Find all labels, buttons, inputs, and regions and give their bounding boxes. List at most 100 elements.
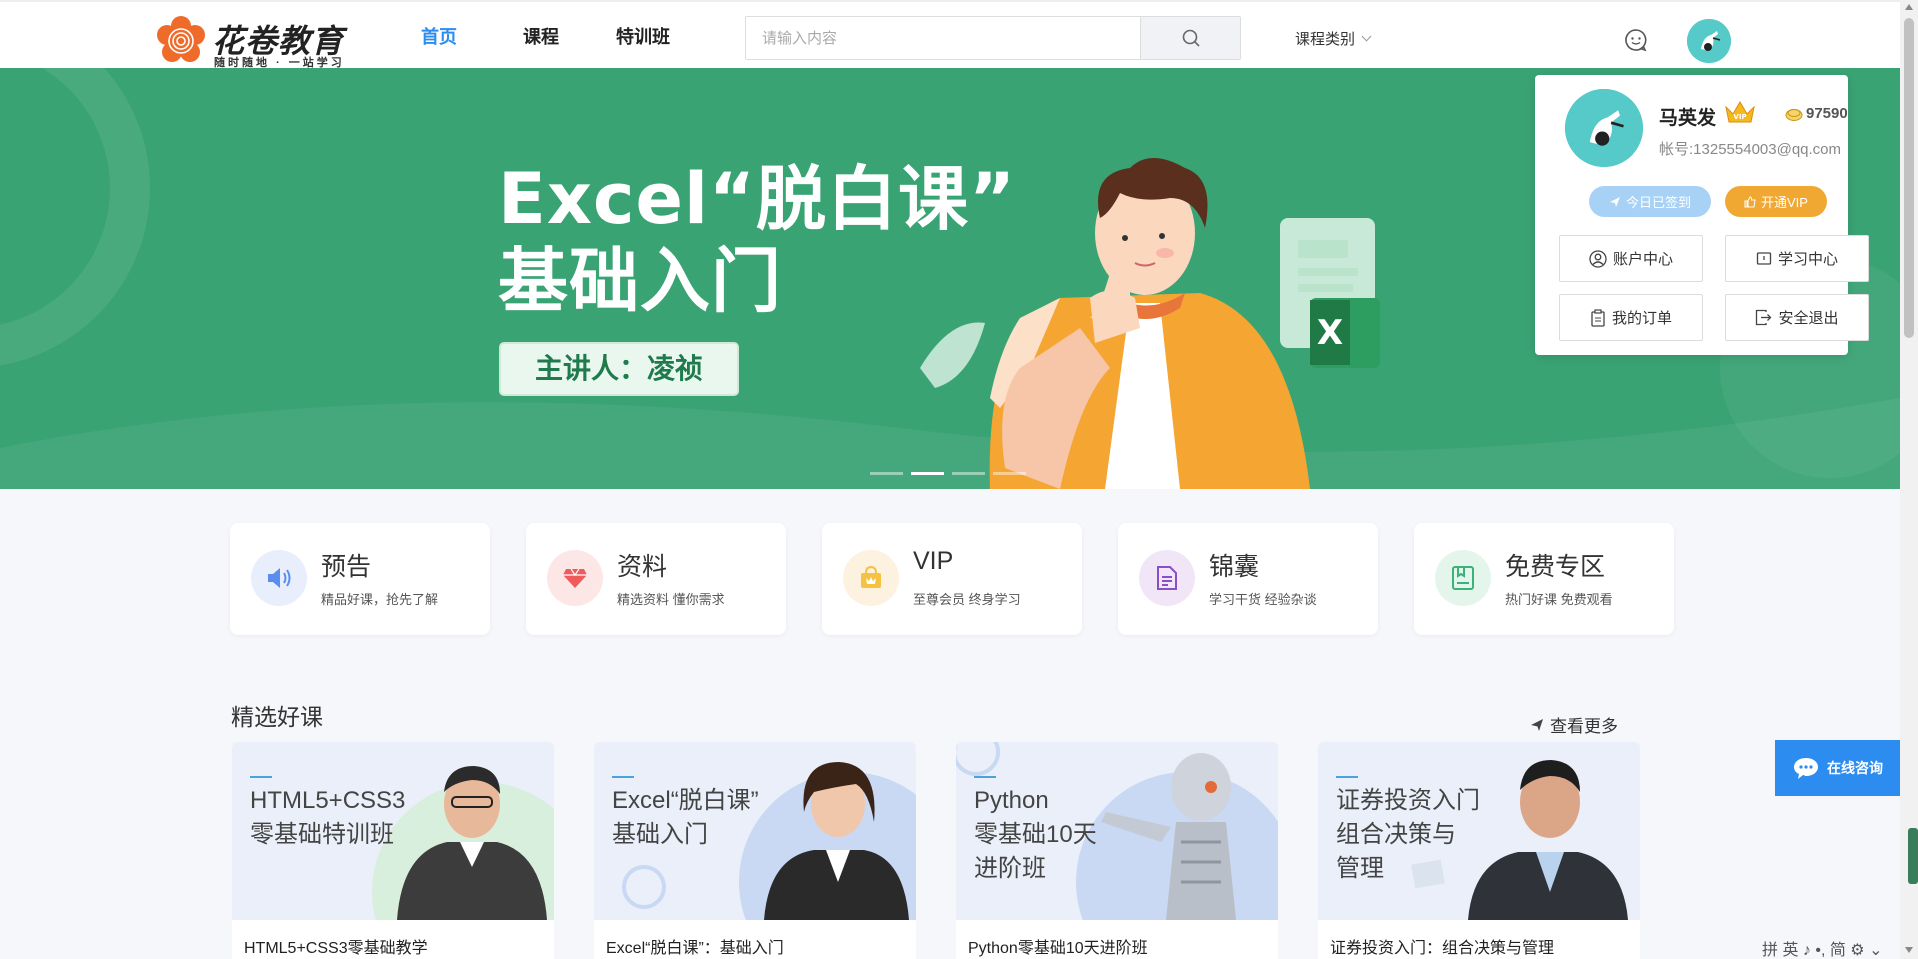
carousel-dot-active[interactable]	[911, 472, 944, 475]
ime-side-tab[interactable]	[1908, 828, 1918, 884]
feature-title: 锦囊	[1209, 553, 1260, 581]
feature-icon-bg	[1435, 550, 1491, 606]
scroll-up-arrow-icon[interactable]	[1905, 4, 1913, 10]
feature-subtitle: 至尊会员 终身学习	[913, 592, 1021, 607]
course-cover: HTML5+CSS3 零基础特训班	[232, 742, 554, 920]
scroll-down-arrow-icon[interactable]	[1905, 947, 1913, 953]
feature-icon-bg	[547, 550, 603, 606]
page-scrollbar[interactable]	[1900, 0, 1918, 959]
course-card[interactable]: Python 零基础10天 进阶班 Python零基础10天进阶班	[956, 742, 1278, 959]
user-avatar[interactable]	[1687, 19, 1731, 63]
header-bar: 花卷教育 随时随地 · 一站学习 首页 课程 特训班 课程类别	[0, 0, 1900, 70]
cover-title-line: 组合决策与	[1336, 821, 1456, 848]
study-center-button[interactable]: 学习中心	[1725, 235, 1869, 282]
logo-flower-icon	[157, 16, 205, 62]
book-icon	[1452, 566, 1474, 590]
cover-title-line: 零基础10天	[974, 821, 1097, 848]
feature-cards: 预告 精品好课，抢先了解 资料 精选资料 懂你需求 VIP 至尊会员 终身学习 …	[230, 523, 1674, 635]
cover-accent-line	[1336, 776, 1358, 778]
carousel-dot[interactable]	[993, 472, 1026, 475]
account-center-button[interactable]: 账户中心	[1559, 235, 1703, 282]
coin-count: 97590	[1806, 105, 1848, 122]
logout-button[interactable]: 安全退出	[1725, 294, 1869, 341]
course-cover-title: 证券投资入门 组合决策与 管理	[1336, 784, 1480, 886]
course-cover-title: HTML5+CSS3 零基础特训班	[250, 784, 405, 852]
feature-card-preview[interactable]: 预告 精品好课，抢先了解	[230, 523, 490, 635]
cover-title-line: 进阶班	[974, 855, 1046, 882]
view-more-label: 查看更多	[1550, 717, 1618, 736]
study-center-label: 学习中心	[1777, 251, 1838, 268]
search-icon	[1182, 29, 1200, 47]
open-vip-button[interactable]: 开通VIP	[1725, 186, 1827, 217]
feature-card-tips[interactable]: 锦囊 学习干货 经验杂谈	[1118, 523, 1378, 635]
svg-text:VIP: VIP	[1733, 113, 1746, 121]
feature-subtitle: 热门好课 免费观看	[1505, 592, 1613, 607]
course-card[interactable]: 证券投资入门 组合决策与 管理 证券投资入门：组合决策与管理	[1318, 742, 1640, 959]
course-card[interactable]: HTML5+CSS3 零基础特训班 HTML5+CSS3零基础教学	[232, 742, 554, 959]
feature-card-materials[interactable]: 资料 精选资料 懂你需求	[526, 523, 786, 635]
scrollbar-thumb[interactable]	[1904, 18, 1914, 338]
nav-courses[interactable]: 课程	[490, 4, 592, 70]
cover-accent-line	[250, 776, 272, 778]
section-title: 精选好课	[231, 704, 323, 730]
nav-home[interactable]: 首页	[388, 4, 490, 70]
online-consult-button[interactable]: 在线咨询	[1775, 740, 1901, 796]
avatar-figure-icon	[1565, 89, 1643, 167]
coin-balance: 97590	[1785, 105, 1848, 122]
send-icon	[1609, 196, 1620, 207]
banner-title: Excel“脱白课” 基础入门	[498, 158, 1016, 322]
feature-icon-bg	[843, 550, 899, 606]
banner-speaker: 主讲人：凌祯	[499, 342, 739, 396]
carousel-dots	[870, 472, 1026, 475]
coin-icon	[1785, 108, 1803, 121]
user-dropdown-panel: 马英发 VIP 97590 帐号:1325554003@qq.com 今日已签到…	[1535, 75, 1869, 355]
user-circle-icon	[1589, 249, 1607, 268]
ime-toolbar[interactable]: 拼 英 ♪ •, 简 ⚙ ⌄	[1762, 936, 1882, 959]
course-name: Excel“脱白课”：基础入门	[606, 940, 784, 957]
cover-title-line: 证券投资入门	[1336, 787, 1480, 814]
feature-card-free[interactable]: 免费专区 热门好课 免费观看	[1414, 523, 1674, 635]
course-list: HTML5+CSS3 零基础特训班 HTML5+CSS3零基础教学 Excel“…	[232, 742, 1640, 959]
user-account: 帐号:1325554003@qq.com	[1659, 141, 1842, 158]
view-more-link[interactable]: 查看更多	[1530, 712, 1618, 737]
course-name: HTML5+CSS3零基础教学	[244, 940, 428, 957]
search-button[interactable]	[1140, 17, 1240, 59]
checkin-label: 今日已签到	[1625, 195, 1691, 210]
vip-crown-icon: VIP	[1725, 101, 1755, 123]
course-cover-title: Python 零基础10天 进阶班	[974, 784, 1097, 886]
checkin-button[interactable]: 今日已签到	[1589, 186, 1711, 217]
logout-icon	[1756, 309, 1772, 326]
carousel-dot[interactable]	[870, 472, 903, 475]
account-center-label: 账户中心	[1612, 251, 1673, 268]
send-icon	[1531, 718, 1543, 731]
user-menu-grid: 账户中心 学习中心 我的订单 安全退出	[1559, 235, 1869, 341]
banner-title-line2: 基础入门	[498, 240, 782, 322]
my-orders-label: 我的订单	[1611, 310, 1672, 327]
chevron-down-icon	[1361, 31, 1372, 42]
my-orders-button[interactable]: 我的订单	[1559, 294, 1703, 341]
feature-subtitle: 精品好课，抢先了解	[321, 592, 439, 607]
course-category-dropdown[interactable]: 课程类别	[1295, 28, 1372, 49]
carousel-dot[interactable]	[952, 472, 985, 475]
feature-subtitle: 精选资料 懂你需求	[617, 592, 725, 607]
cover-accent-line	[974, 776, 996, 778]
feature-title: 免费专区	[1505, 553, 1606, 581]
user-profile-avatar[interactable]	[1565, 89, 1643, 167]
chat-bubble-icon[interactable]	[1624, 28, 1648, 52]
cover-title-line: Python	[974, 787, 1049, 814]
search-input[interactable]	[746, 17, 1140, 59]
cover-title-line: 管理	[1336, 855, 1384, 882]
vip-bag-icon	[861, 565, 881, 588]
course-card[interactable]: Excel“脱白课” 基础入门 Excel“脱白课”：基础入门	[594, 742, 916, 959]
cover-title-line: Excel“脱白课”	[612, 787, 759, 814]
chat-icon	[1794, 758, 1818, 779]
user-name: 马英发	[1659, 108, 1717, 129]
main-nav: 首页 课程 特训班	[388, 4, 694, 70]
logo[interactable]: 花卷教育 随时随地 · 一站学习	[156, 16, 366, 69]
nav-training[interactable]: 特训班	[592, 4, 694, 70]
feature-card-vip[interactable]: VIP 至尊会员 终身学习	[822, 523, 1082, 635]
course-category-label: 课程类别	[1295, 31, 1356, 48]
course-name: Python零基础10天进阶班	[968, 940, 1148, 957]
thumbs-up-icon	[1744, 195, 1756, 207]
banner-title-line1: Excel“脱白课”	[498, 158, 1016, 240]
